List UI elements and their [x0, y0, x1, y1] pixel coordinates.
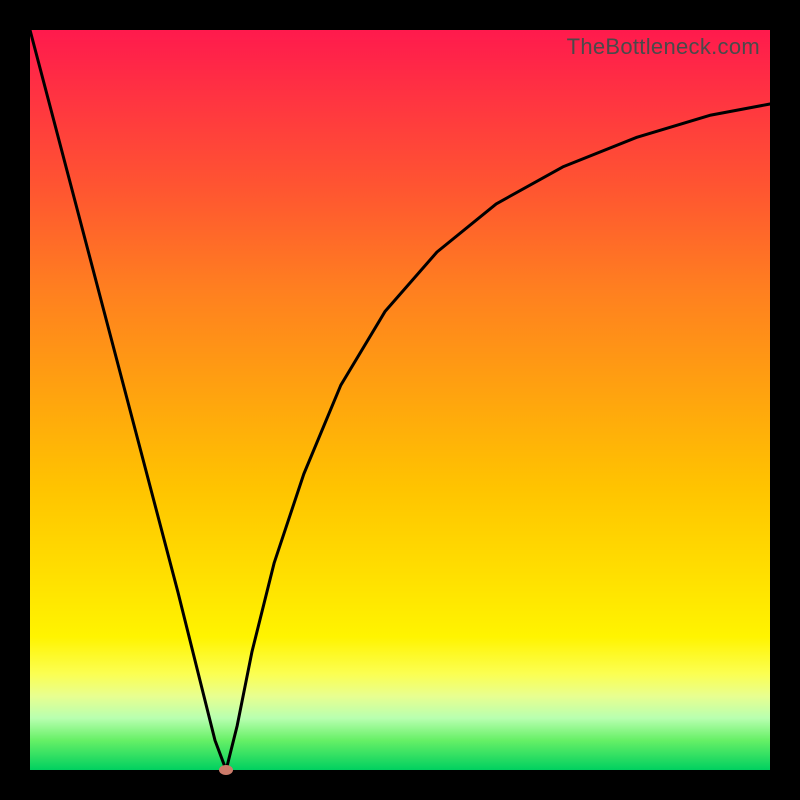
curve-path [30, 30, 770, 770]
plot-area: TheBottleneck.com [30, 30, 770, 770]
chart-frame: TheBottleneck.com [0, 0, 800, 800]
minimum-marker [219, 765, 233, 775]
bottleneck-curve [30, 30, 770, 770]
